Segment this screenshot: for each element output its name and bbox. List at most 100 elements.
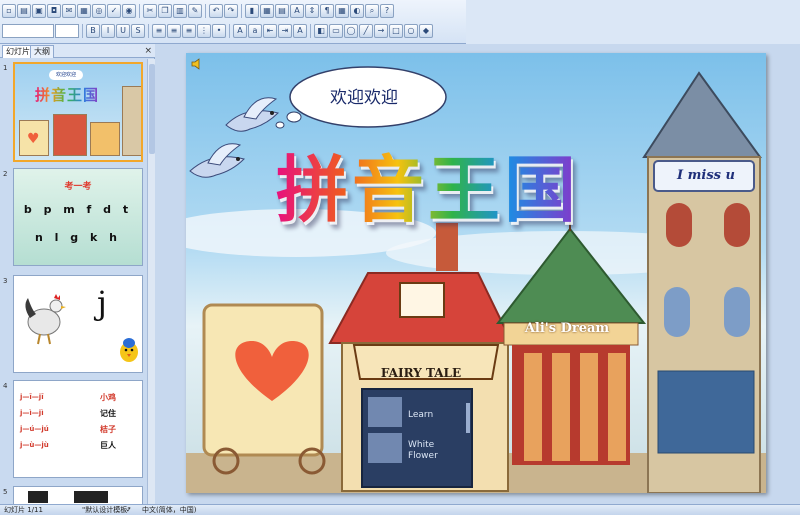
print-icon[interactable]: ▦ xyxy=(77,4,91,18)
format-painter-icon[interactable]: ✎ xyxy=(188,4,202,18)
current-slide[interactable]: 欢迎欢迎 拼音王国 I miss u FAIRY TALE Ali's Drea… xyxy=(186,53,766,493)
status-bar: 幻灯片 1/11 "默认设计模板" ✓ 中文(简体，中国) xyxy=(0,504,800,515)
thumb-image xyxy=(74,491,108,503)
design-template: "默认设计模板" xyxy=(82,506,131,514)
align-left-icon[interactable]: ≡ xyxy=(152,24,166,38)
rooster-image xyxy=(25,294,66,345)
tab-outline[interactable]: 大纲 xyxy=(30,45,54,58)
thumb-letters-row: n l g k h xyxy=(35,231,121,244)
carousel-sign: Ali's Dream xyxy=(524,321,610,336)
slide-count: 幻灯片 1/11 xyxy=(4,506,43,514)
slide-thumbnail-4[interactable]: j—ī—jī j—ì—jì j—ú—jú j—ù—jù 小鸡 记住 桔子 巨人 xyxy=(13,380,143,478)
decrease-indent-icon[interactable]: ⇤ xyxy=(263,24,277,38)
tower-sign-text: I miss u xyxy=(677,168,735,183)
close-icon[interactable]: × xyxy=(144,45,152,57)
thumb-board: ♥ xyxy=(19,120,49,156)
italic-icon[interactable]: I xyxy=(101,24,115,38)
increase-font-icon[interactable]: A xyxy=(233,24,247,38)
fairy-tale-sign: FAIRY TALE xyxy=(380,366,462,380)
grid-icon[interactable]: ▦ xyxy=(335,4,349,18)
redo-icon[interactable]: ↷ xyxy=(224,4,238,18)
paste-icon[interactable]: ▥ xyxy=(173,4,187,18)
insert-table-icon[interactable]: ▤ xyxy=(275,4,289,18)
preview-icon[interactable]: ◎ xyxy=(92,4,106,18)
align-right-icon[interactable]: ≡ xyxy=(182,24,196,38)
show-formatting-icon[interactable]: ¶ xyxy=(320,4,334,18)
thumb-letters-row: b p m f d t xyxy=(23,203,133,216)
thumb-carousel xyxy=(90,122,120,156)
cut-icon[interactable]: ✂ xyxy=(143,4,157,18)
line-icon[interactable]: ╱ xyxy=(359,24,373,38)
email-icon[interactable]: ✉ xyxy=(62,4,76,18)
thumb-house xyxy=(53,114,87,156)
toolbar: ▫ ▤ ▣ ◘ ✉ ▦ ◎ ✓ ◉ ✂ ❐ ▥ ✎ ↶ ↷ ▮ ▦ ▤ A ⇕ … xyxy=(0,0,800,44)
speaker-icon[interactable] xyxy=(190,57,204,71)
slide-thumbnail-2[interactable]: 考一考 b p m f d t n l g k h xyxy=(13,168,143,266)
thumbnail-number: 2 xyxy=(3,170,8,178)
toolbar-separator xyxy=(205,4,206,18)
toolbar-separator xyxy=(139,4,140,18)
toolbar-separator xyxy=(82,24,83,38)
research-icon[interactable]: ◉ xyxy=(122,4,136,18)
expand-icon[interactable]: ⇕ xyxy=(305,4,319,18)
oval-icon[interactable]: ○ xyxy=(404,24,418,38)
thumb-bubble-text: 欢迎欢迎 xyxy=(49,70,83,80)
open-icon[interactable]: ▤ xyxy=(17,4,31,18)
bullets-icon[interactable]: • xyxy=(212,24,226,38)
chart-icon[interactable]: ▮ xyxy=(245,4,259,18)
increase-indent-icon[interactable]: ⇥ xyxy=(278,24,292,38)
thumbnail-number: 1 xyxy=(3,64,8,72)
slide-thumbnail-3[interactable]: j xyxy=(13,275,143,373)
copy-icon[interactable]: ❐ xyxy=(158,4,172,18)
thumb-spelling-row: j—ú—jú xyxy=(20,425,49,433)
shapes-icon[interactable]: ◯ xyxy=(344,24,358,38)
align-center-icon[interactable]: ≡ xyxy=(167,24,181,38)
scrollbar-thumb[interactable] xyxy=(149,64,155,154)
thumb-quiz-title: 考一考 xyxy=(64,182,92,192)
new-icon[interactable]: ▫ xyxy=(2,4,16,18)
font-color-icon[interactable]: A xyxy=(293,24,307,38)
thumbnail-number: 4 xyxy=(3,382,8,390)
underline-icon[interactable]: U xyxy=(116,24,130,38)
thumb-word: 桔子 xyxy=(100,425,116,434)
design-icon[interactable]: ◧ xyxy=(314,24,328,38)
chick-image xyxy=(120,338,138,362)
standard-toolbar: ▫ ▤ ▣ ◘ ✉ ▦ ◎ ✓ ◉ ✂ ❐ ▥ ✎ ↶ ↷ ▮ ▦ ▤ A ⇕ … xyxy=(2,2,394,20)
language-status: 中文(简体，中国) xyxy=(142,506,197,514)
undo-icon[interactable]: ↶ xyxy=(209,4,223,18)
bold-icon[interactable]: B xyxy=(86,24,100,38)
arrow-icon[interactable]: → xyxy=(374,24,388,38)
numbering-icon[interactable]: ⋮ xyxy=(197,24,211,38)
thumb-letter: j xyxy=(97,284,107,322)
save-icon[interactable]: ▣ xyxy=(32,4,46,18)
color-icon[interactable]: ◐ xyxy=(350,4,364,18)
table-icon[interactable]: ▦ xyxy=(260,4,274,18)
new-slide-icon[interactable]: ▭ xyxy=(329,24,343,38)
slide-artwork xyxy=(186,66,766,493)
decrease-font-icon[interactable]: a xyxy=(248,24,262,38)
slide-thumbnail-1[interactable]: 欢迎欢迎 拼音王国 ♥ xyxy=(13,62,143,162)
fill-color-icon[interactable]: ◆ xyxy=(419,24,433,38)
thumb-spelling-row: j—ì—jì xyxy=(20,409,44,417)
thumb-word: 巨人 xyxy=(100,441,116,450)
toolbar-separator xyxy=(310,24,311,38)
bubble-text: 欢迎欢迎 xyxy=(330,88,398,108)
spelling-icon[interactable]: ✓ xyxy=(107,4,121,18)
font-size-combo[interactable] xyxy=(55,24,79,38)
help-icon[interactable]: ? xyxy=(380,4,394,18)
wordart-icon[interactable]: A xyxy=(290,4,304,18)
rectangle-icon[interactable]: □ xyxy=(389,24,403,38)
zoom-icon[interactable]: ⌕ xyxy=(365,4,379,18)
thumbnail-scrollbar[interactable] xyxy=(147,59,155,504)
font-name-combo[interactable] xyxy=(2,24,54,38)
bird-image xyxy=(189,143,245,178)
permission-icon[interactable]: ◘ xyxy=(47,4,61,18)
menu-item-white-flower[interactable]: White Flower xyxy=(408,440,456,462)
slide-thumbnail-5[interactable] xyxy=(13,486,143,506)
thumbnail-number: 5 xyxy=(3,488,8,496)
toolbar-separator xyxy=(229,24,230,38)
spell-check-icon[interactable]: ✓ xyxy=(126,505,132,515)
menu-item-learn[interactable]: Learn xyxy=(408,410,433,421)
thumb-spelling-row: j—ī—jī xyxy=(20,393,44,401)
shadow-icon[interactable]: S xyxy=(131,24,145,38)
